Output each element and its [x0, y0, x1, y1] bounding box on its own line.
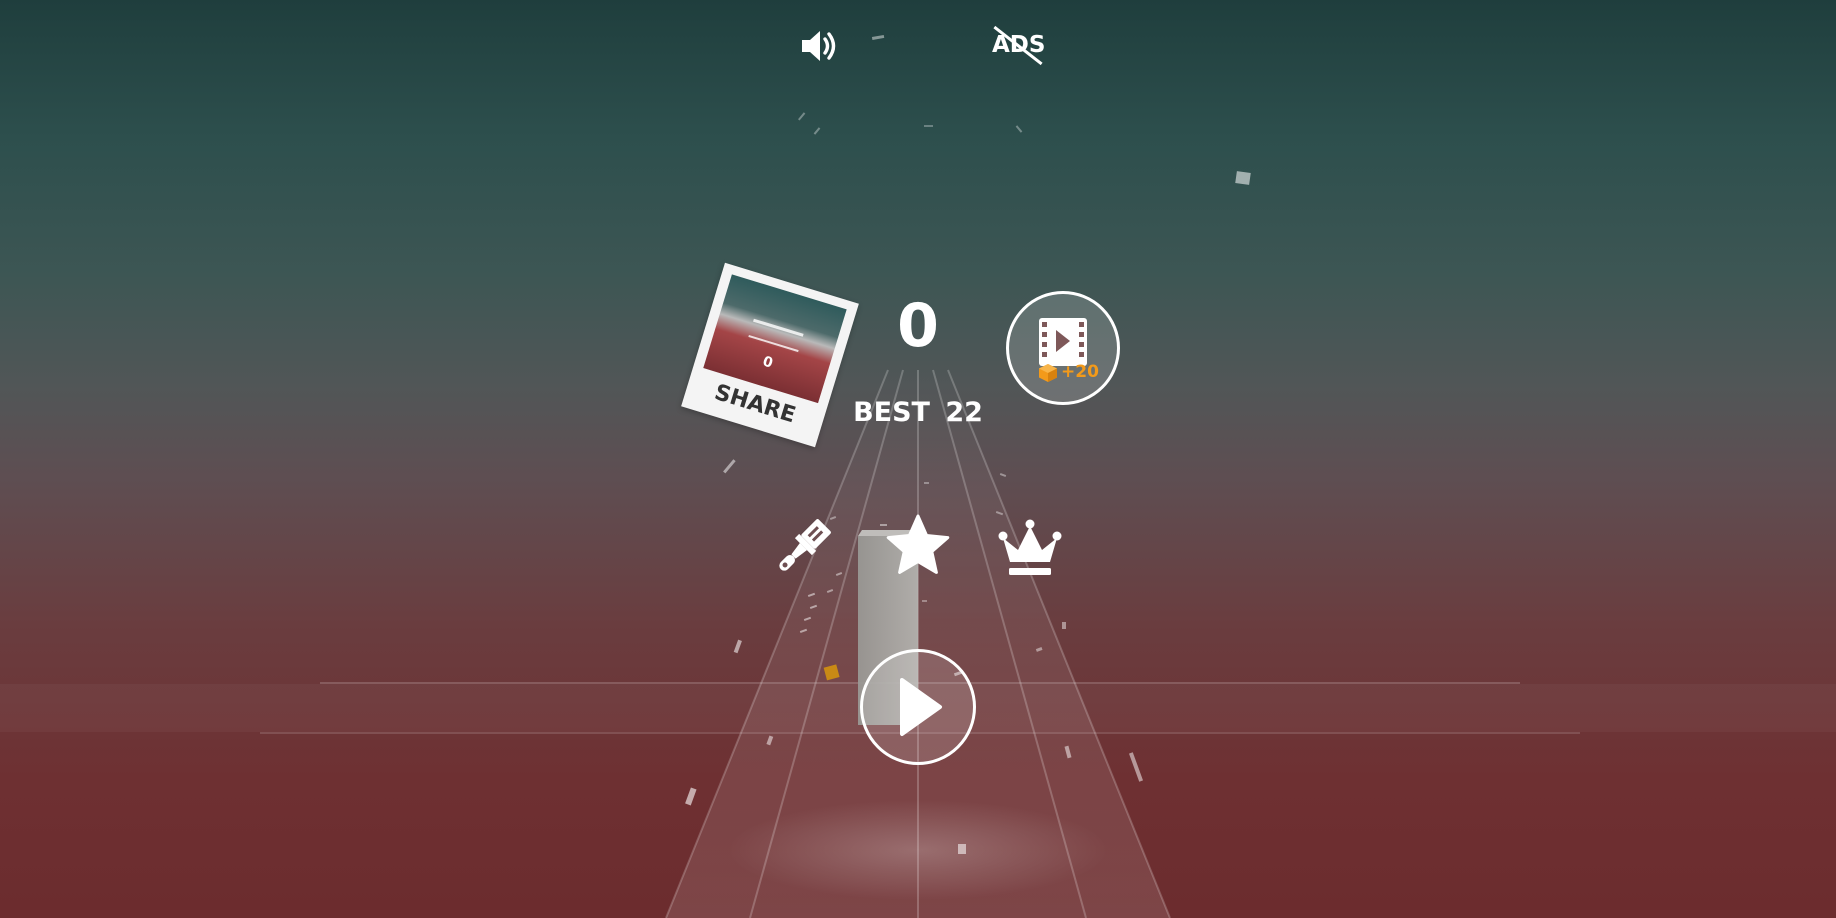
best-score-value: 22 [945, 397, 983, 428]
crown-icon [998, 519, 1062, 575]
particle [1015, 125, 1023, 133]
particle [871, 34, 885, 41]
watch-video-reward-button[interactable]: +20 [1006, 291, 1120, 405]
particle [723, 459, 736, 474]
star-icon [886, 514, 950, 574]
film-play-icon [1039, 318, 1087, 366]
particle [958, 844, 966, 854]
leaderboard-button[interactable] [996, 518, 1064, 582]
game-scene [0, 34, 1836, 918]
ground-glow [728, 800, 1108, 900]
particle [1235, 171, 1251, 185]
particle [924, 125, 933, 127]
paintbrush-icon [779, 519, 831, 571]
speaker-on-icon [802, 31, 836, 61]
share-thumbnail-score: 0 [760, 353, 775, 372]
particle [1062, 622, 1066, 629]
particle [813, 127, 821, 135]
no-ads-button[interactable]: ADS [988, 20, 1048, 70]
particle [798, 112, 806, 121]
share-thumbnail-logo [748, 318, 804, 353]
particle [999, 473, 1007, 477]
play-button[interactable] [860, 649, 976, 765]
current-score: 0 [897, 291, 939, 361]
rate-button[interactable] [884, 512, 952, 580]
orange-cube-icon [1039, 364, 1057, 382]
particle [924, 482, 929, 484]
particle [1128, 752, 1144, 782]
particle [685, 787, 697, 806]
reward-amount: +20 [1061, 362, 1099, 382]
best-score: BEST 22 [800, 399, 1036, 426]
sound-toggle-button[interactable] [796, 22, 844, 70]
particle [922, 600, 927, 602]
particle [733, 639, 742, 654]
best-score-label: BEST [853, 397, 930, 428]
game-screen: ADS 0 SHARE 0 BEST 22 [0, 0, 1836, 918]
skins-button[interactable] [768, 514, 836, 582]
play-icon [900, 678, 942, 736]
